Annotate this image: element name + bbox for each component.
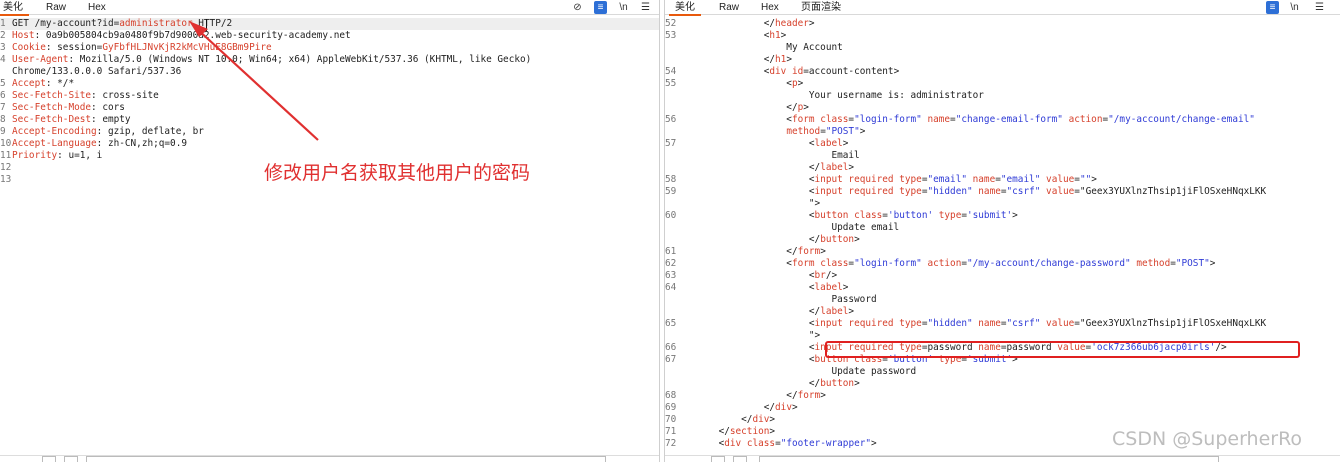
annotation-arrow — [189, 21, 319, 141]
watermark: CSDN @SuperherRo — [1112, 428, 1303, 450]
